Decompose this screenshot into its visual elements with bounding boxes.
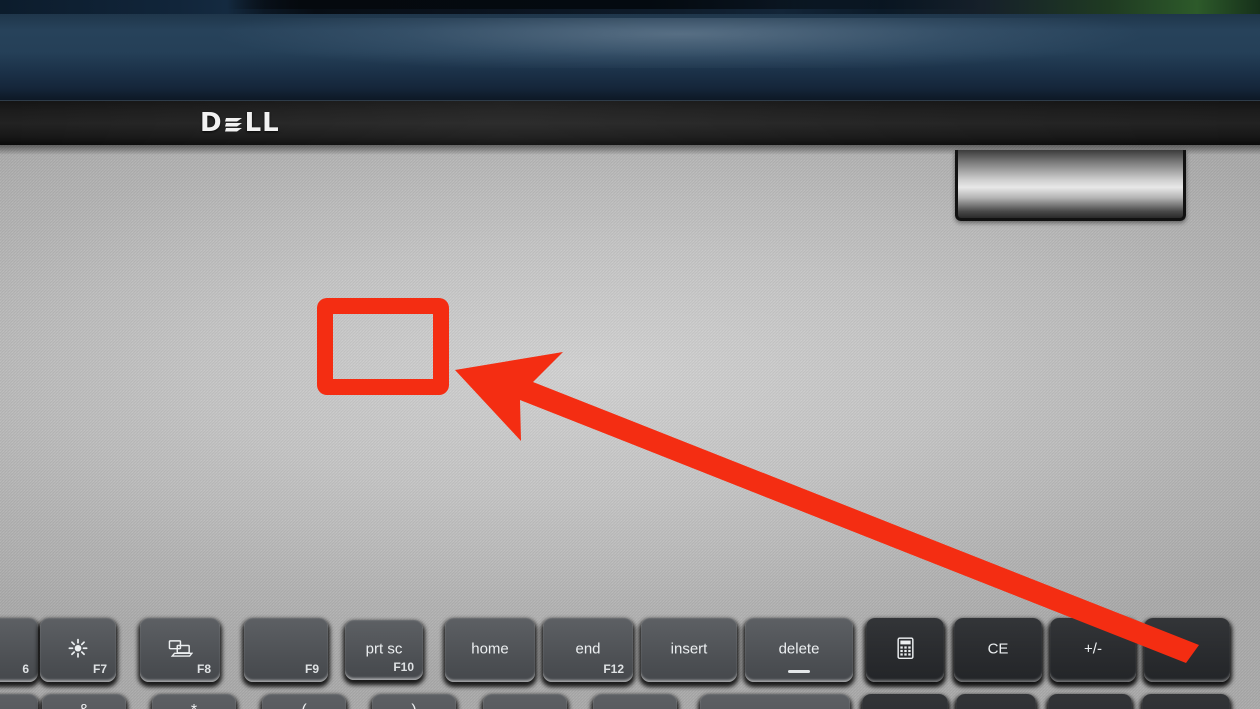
key-numpad-blank-top[interactable]: [1144, 618, 1230, 682]
key-label-plusminus: +/-: [1084, 640, 1102, 658]
key-label-ce: CE: [987, 640, 1009, 658]
key-label-prtsc: prt sc: [365, 640, 403, 658]
dell-logo: D LL: [200, 108, 280, 138]
screenshot-stage: D LL 6 F7 F8 F9 prt sc F10 home end F12 …: [0, 0, 1260, 709]
key-8[interactable]: * 8: [152, 694, 236, 709]
key-0[interactable]: ) 0: [372, 694, 456, 709]
key-f9[interactable]: F9: [244, 618, 328, 682]
dell-logo-e-icon: [223, 110, 245, 136]
display-switch-icon: [140, 637, 220, 659]
key-end[interactable]: end F12: [543, 618, 633, 682]
key-bump: [788, 670, 810, 673]
lid-top-edge: [0, 0, 1260, 14]
key-num-lock[interactable]: num lock: [862, 694, 948, 709]
key-fnum-f7: F7: [92, 662, 107, 676]
brightness-icon: [40, 637, 116, 659]
key-minus[interactable]: _: [483, 694, 567, 709]
dell-logo-d: D: [200, 108, 223, 138]
key-label-insert: insert: [670, 640, 708, 658]
dell-logo-ll: LL: [244, 108, 280, 138]
highlight-box-prtsc: [317, 298, 449, 395]
key-ce[interactable]: CE: [954, 618, 1042, 682]
key-fnum-f9: F9: [304, 662, 319, 676]
speaker-grille: [955, 150, 1186, 221]
key-fnum: 6: [22, 662, 29, 676]
key-f8[interactable]: F8: [140, 618, 220, 682]
key-7[interactable]: & 7: [42, 694, 126, 709]
key-label-end: end: [575, 640, 601, 658]
key-label-ampersand: &: [42, 702, 126, 709]
key-9[interactable]: ( 9: [262, 694, 346, 709]
key-equals[interactable]: [593, 694, 677, 709]
key-6-partial[interactable]: [0, 694, 38, 709]
key-plus-minus[interactable]: +/-: [1050, 618, 1136, 682]
key-label-paren-open: (: [262, 702, 346, 709]
key-numpad-subtract[interactable]: −: [1142, 694, 1230, 709]
key-numpad-divide[interactable]: /: [956, 694, 1036, 709]
key-f6-partial[interactable]: 6: [0, 618, 38, 682]
key-home[interactable]: home: [445, 618, 535, 682]
keyboard: 6 F7 F8 F9 prt sc F10 home end F12 inser…: [0, 300, 1260, 709]
calculator-icon: [866, 637, 944, 660]
key-fnum-f8: F8: [196, 662, 211, 676]
key-label-asterisk: *: [152, 702, 236, 709]
key-fnum-f12: F12: [603, 662, 624, 676]
key-print-screen[interactable]: prt sc F10: [345, 620, 423, 680]
key-label-delete: delete: [778, 640, 820, 658]
key-insert[interactable]: insert: [641, 618, 737, 682]
key-label-paren-close: ): [372, 702, 456, 709]
bezel-sheen: [0, 101, 1260, 146]
screen-bezel: [0, 100, 1260, 146]
key-f7[interactable]: F7: [40, 618, 116, 682]
key-label-home: home: [471, 640, 509, 658]
laptop-lid: [0, 0, 1260, 100]
key-calculator[interactable]: [866, 618, 944, 682]
key-backspace[interactable]: backspace: [700, 694, 850, 709]
key-fnum-f10: F10: [393, 660, 414, 674]
key-numpad-multiply[interactable]: *: [1048, 694, 1132, 709]
key-delete[interactable]: delete: [745, 618, 853, 682]
